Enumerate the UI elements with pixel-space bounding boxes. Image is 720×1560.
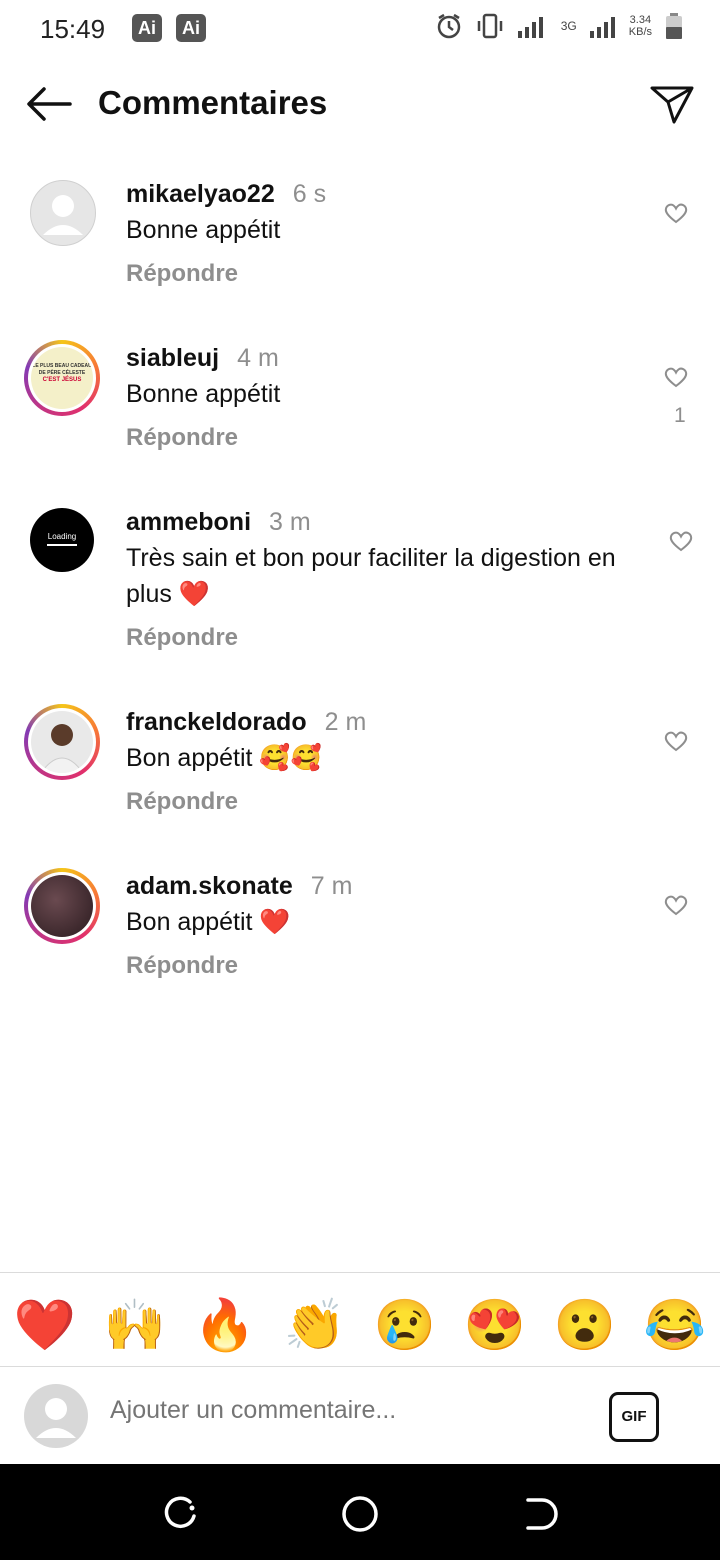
status-time: 15:49 bbox=[40, 14, 106, 44]
avatar-caption: LE PLUS BEAU CADEAU DE PÈRE CÉLESTE C'ES… bbox=[32, 363, 92, 383]
comment-text: Bon appétit ❤️ bbox=[126, 908, 291, 936]
system-nav-bar bbox=[0, 1464, 720, 1560]
avatar[interactable] bbox=[24, 868, 100, 944]
emoji-fire[interactable]: 🔥 bbox=[194, 1296, 256, 1355]
status-bar: 15:49 Ai Ai 3G 3.34 KB/s bbox=[0, 0, 720, 60]
page-title: Commentaires bbox=[98, 84, 328, 121]
comment-username[interactable]: ammeboni 3 m bbox=[126, 508, 311, 537]
comment-text: Bonne appétit bbox=[126, 216, 281, 244]
avatar[interactable]: LE PLUS BEAU CADEAU DE PÈRE CÉLESTE C'ES… bbox=[24, 340, 100, 416]
avatar[interactable] bbox=[30, 180, 96, 246]
comment-username[interactable]: adam.skonate 7 m bbox=[126, 872, 352, 901]
emoji-laughing[interactable]: 😂 bbox=[644, 1296, 706, 1355]
alarm-icon bbox=[437, 13, 460, 39]
heart-icon[interactable] bbox=[664, 202, 688, 224]
heart-icon[interactable] bbox=[664, 730, 688, 752]
divider bbox=[0, 1366, 720, 1367]
header: Commentaires bbox=[0, 60, 720, 150]
arrow-left-icon[interactable] bbox=[24, 84, 74, 124]
avatar[interactable]: Loading bbox=[30, 508, 94, 572]
comment-username[interactable]: mikaelyao22 6 s bbox=[126, 180, 326, 209]
battery-icon bbox=[666, 13, 682, 39]
emoji-heart-eyes[interactable]: 😍 bbox=[464, 1296, 526, 1355]
vibrate-icon bbox=[477, 13, 502, 39]
reply-button[interactable]: Répondre bbox=[126, 260, 238, 288]
paper-plane-icon[interactable] bbox=[648, 80, 696, 128]
comment-input[interactable] bbox=[110, 1396, 570, 1425]
network-speed: 3.34 KB/s bbox=[628, 14, 652, 38]
reply-button[interactable]: Répondre bbox=[126, 624, 238, 652]
person-photo bbox=[40, 724, 84, 773]
emoji-reaction-bar: ❤️ 🙌 🔥 👏 😢 😍 😮 😂 bbox=[0, 1285, 720, 1365]
reply-button[interactable]: Répondre bbox=[126, 952, 238, 980]
comment-username[interactable]: franckeldorado 2 m bbox=[126, 708, 366, 737]
comment-time: 7 m bbox=[310, 872, 353, 900]
like-count: 1 bbox=[674, 404, 686, 427]
comment-time: 4 m bbox=[237, 344, 279, 372]
divider bbox=[0, 1272, 720, 1273]
heart-icon[interactable] bbox=[664, 366, 688, 388]
gif-button[interactable]: GIF bbox=[609, 1392, 659, 1442]
heart-icon[interactable] bbox=[664, 894, 688, 916]
home-icon[interactable] bbox=[340, 1494, 380, 1534]
signal-icon bbox=[589, 17, 615, 38]
comment-time: 2 m bbox=[324, 708, 367, 736]
heart-icon[interactable] bbox=[669, 530, 693, 552]
recent-apps-icon[interactable] bbox=[160, 1494, 200, 1534]
signal-icon bbox=[517, 17, 543, 38]
emoji-surprised[interactable]: 😮 bbox=[554, 1296, 616, 1355]
reply-button[interactable]: Répondre bbox=[126, 788, 238, 816]
comment-time: 6 s bbox=[292, 180, 327, 208]
network-type: 3G bbox=[560, 19, 577, 33]
comment-text: Bon appétit 🥰🥰 bbox=[126, 744, 322, 772]
back-icon[interactable] bbox=[520, 1494, 560, 1534]
comment-composer: GIF bbox=[0, 1368, 720, 1464]
avatar bbox=[24, 1384, 88, 1448]
default-avatar-icon bbox=[43, 195, 83, 235]
avatar[interactable] bbox=[24, 704, 100, 780]
comment-username[interactable]: siableuj 4 m bbox=[126, 344, 279, 373]
emoji-heart[interactable]: ❤️ bbox=[14, 1296, 76, 1355]
reply-button[interactable]: Répondre bbox=[126, 424, 238, 452]
comment-text: Bonne appétit bbox=[126, 380, 281, 408]
ai-badge: Ai bbox=[132, 14, 162, 42]
comment-text: Très sain et bon pour faciliter la diges… bbox=[126, 544, 616, 608]
default-avatar-icon bbox=[36, 1398, 76, 1438]
ai-badge: Ai bbox=[176, 14, 206, 42]
emoji-clapping[interactable]: 👏 bbox=[284, 1296, 346, 1355]
comment-time: 3 m bbox=[269, 508, 311, 536]
emoji-raised-hands[interactable]: 🙌 bbox=[104, 1296, 166, 1355]
emoji-crying[interactable]: 😢 bbox=[374, 1296, 436, 1355]
